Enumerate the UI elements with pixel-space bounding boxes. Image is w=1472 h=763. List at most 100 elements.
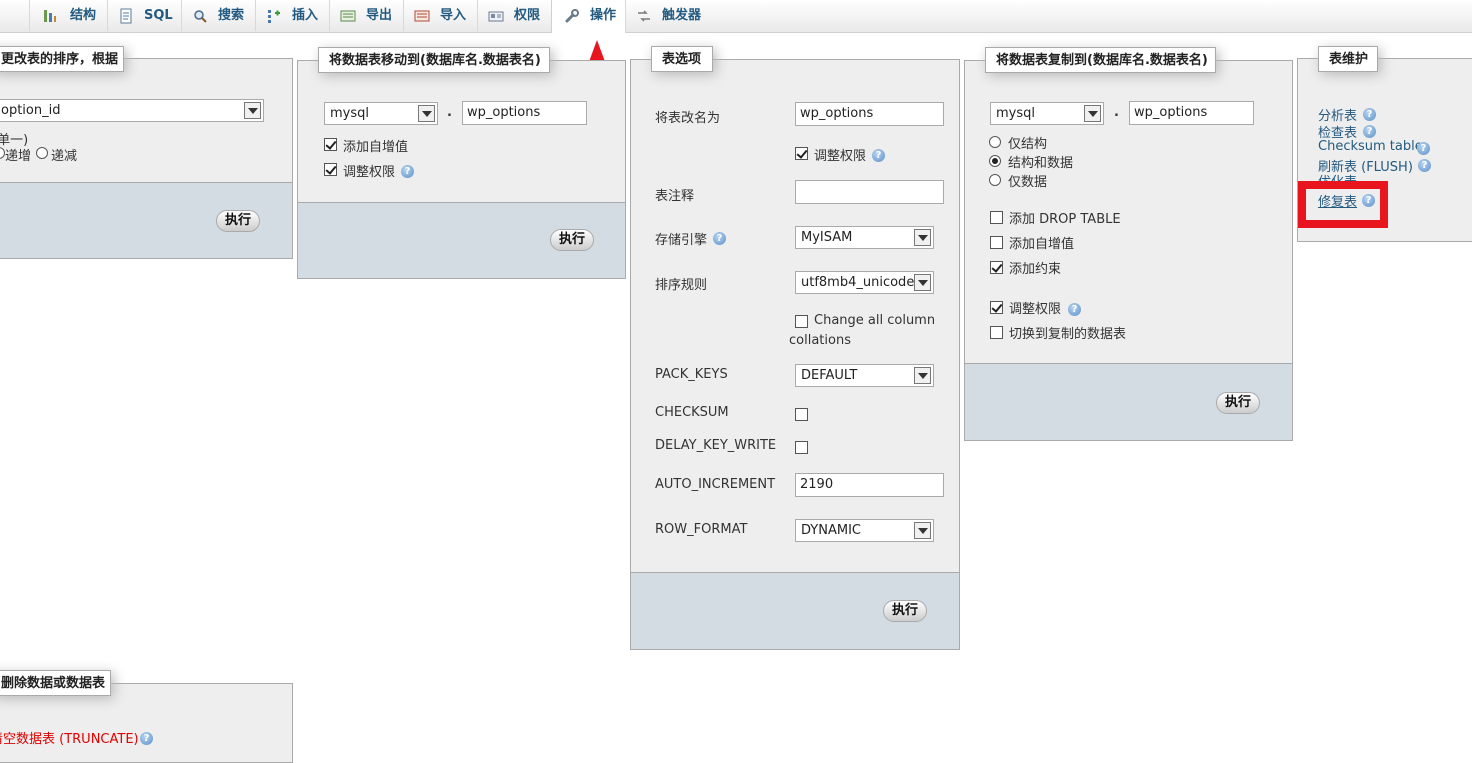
move-table-name-input[interactable]: wp_options <box>462 101 587 125</box>
copy-database-select[interactable]: mysql <box>990 102 1104 125</box>
structure-icon <box>44 10 56 22</box>
data-only-radio[interactable] <box>989 174 1001 186</box>
move-adjust-privileges-label: 调整权限 <box>343 165 396 180</box>
tab-triggers[interactable]: 触发器 <box>626 0 714 31</box>
comment-label: 表注释 <box>655 189 695 204</box>
chevron-down-icon <box>1084 105 1101 122</box>
annotation-highlight-box <box>1298 181 1388 228</box>
engine-label: 存储引擎 <box>655 233 708 248</box>
add-drop-table-checkbox[interactable] <box>990 211 1003 224</box>
copy-adjust-privileges-checkbox[interactable] <box>990 301 1003 314</box>
pack-keys-label: PACK_KEYS <box>655 367 728 382</box>
tab-export[interactable]: 导出 <box>330 0 404 31</box>
db-table-separator: . <box>1114 105 1119 120</box>
chevron-down-icon <box>914 522 931 539</box>
help-icon[interactable]: ? <box>713 232 726 245</box>
selected-value: option_id <box>1 103 61 118</box>
tab-browse[interactable]: 浏览 <box>0 0 30 31</box>
chevron-down-icon <box>914 274 931 291</box>
maintenance-legend: 表维护 <box>1318 46 1378 72</box>
copy-auto-increment-checkbox[interactable] <box>990 236 1003 249</box>
alter-order-go-button[interactable]: 执行 <box>216 210 261 232</box>
options-adjust-privileges-checkbox[interactable] <box>795 147 808 160</box>
pack-keys-select[interactable]: DEFAULT <box>795 364 934 387</box>
truncate-table-link[interactable]: 清空数据表 (TRUNCATE) <box>0 728 139 747</box>
move-adjust-privileges-checkbox[interactable] <box>324 163 337 176</box>
structure-and-data-radio[interactable] <box>989 155 1001 167</box>
help-icon[interactable]: ? <box>1068 303 1081 316</box>
tab-import[interactable]: 导入 <box>404 0 478 31</box>
help-icon[interactable]: ? <box>1418 159 1431 172</box>
tab-sql[interactable]: SQL <box>108 0 182 31</box>
row-format-label: ROW_FORMAT <box>655 522 748 537</box>
wrench-icon <box>565 9 579 23</box>
chevron-down-icon <box>914 367 931 384</box>
move-auto-increment-checkbox[interactable] <box>324 138 337 151</box>
auto-increment-input[interactable]: 2190 <box>795 473 944 497</box>
selected-value: mysql <box>330 106 369 121</box>
help-icon[interactable]: ? <box>1363 125 1376 138</box>
chevron-down-icon <box>418 105 435 122</box>
tab-bar: 浏览 结构 SQL 搜索 插入 导出 导入 权限 操作 触发器 <box>0 0 1472 33</box>
switch-to-copied-label: 切换到复制的数据表 <box>1009 327 1127 342</box>
move-database-select[interactable]: mysql <box>324 102 438 125</box>
change-all-collations-label-cont: collations <box>789 333 851 348</box>
help-icon[interactable]: ? <box>401 165 414 178</box>
move-auto-increment-label: 添加自增值 <box>343 140 409 155</box>
tab-label: 结构 <box>70 8 97 23</box>
checksum-table-link[interactable]: Checksum table <box>1318 139 1423 154</box>
selected-value: MyISAM <box>801 230 853 245</box>
export-icon <box>340 10 356 22</box>
delete-legend: 删除数据或数据表 <box>0 670 111 696</box>
tab-label: 操作 <box>590 8 617 23</box>
comment-input[interactable] <box>795 180 944 204</box>
order-column-select[interactable]: option_id <box>0 99 264 122</box>
tab-label: 导入 <box>440 8 467 23</box>
add-constraints-label: 添加约束 <box>1009 262 1062 277</box>
triggers-icon <box>638 10 650 22</box>
tab-label: 插入 <box>292 8 319 23</box>
structure-only-radio[interactable] <box>989 136 1001 148</box>
tab-label: 搜索 <box>218 8 245 23</box>
move-table-go-button[interactable]: 执行 <box>550 229 595 251</box>
structure-and-data-label: 结构和数据 <box>1008 156 1074 171</box>
tab-structure[interactable]: 结构 <box>30 0 108 31</box>
tab-privileges[interactable]: 权限 <box>478 0 552 31</box>
delay-key-write-checkbox[interactable] <box>795 441 808 454</box>
checksum-label: CHECKSUM <box>655 405 729 420</box>
copy-table-legend: 将数据表复制到(数据库名.数据表名) <box>985 47 1216 73</box>
chevron-down-icon <box>244 102 261 119</box>
insert-icon <box>268 10 280 23</box>
table-options-legend: 表选项 <box>651 46 713 72</box>
tab-insert[interactable]: 插入 <box>256 0 330 31</box>
copy-table-go-button[interactable]: 执行 <box>1216 392 1261 414</box>
collation-label: 排序规则 <box>655 278 708 293</box>
row-format-select[interactable]: DYNAMIC <box>795 519 934 542</box>
switch-to-copied-checkbox[interactable] <box>990 326 1003 339</box>
structure-only-label: 仅结构 <box>1008 137 1048 152</box>
chevron-down-icon <box>914 229 931 246</box>
checksum-checkbox[interactable] <box>795 408 808 421</box>
rename-input[interactable]: wp_options <box>795 102 944 126</box>
asc-label: 递增 <box>5 149 32 164</box>
auto-increment-label: AUTO_INCREMENT <box>655 477 776 492</box>
tab-label: SQL <box>144 8 173 23</box>
help-icon[interactable]: ? <box>140 732 153 745</box>
change-all-collations-checkbox[interactable] <box>795 315 808 328</box>
help-icon[interactable]: ? <box>1417 142 1430 155</box>
help-icon[interactable]: ? <box>1363 108 1376 121</box>
help-icon[interactable]: ? <box>872 149 885 162</box>
add-constraints-checkbox[interactable] <box>990 261 1003 274</box>
tab-operations[interactable]: 操作 <box>551 0 626 33</box>
selected-value: DYNAMIC <box>801 523 861 538</box>
import-icon <box>414 10 430 22</box>
selected-value: utf8mb4_unicode_ <box>801 275 921 290</box>
desc-radio[interactable] <box>36 147 48 159</box>
tab-search[interactable]: 搜索 <box>182 0 256 31</box>
selected-value: mysql <box>996 106 1035 121</box>
copy-adjust-privileges-label: 调整权限 <box>1009 302 1062 317</box>
table-options-go-button[interactable]: 执行 <box>883 600 928 622</box>
collation-select[interactable]: utf8mb4_unicode_ <box>795 271 934 294</box>
engine-select[interactable]: MyISAM <box>795 226 934 249</box>
copy-table-name-input[interactable]: wp_options <box>1129 101 1254 125</box>
